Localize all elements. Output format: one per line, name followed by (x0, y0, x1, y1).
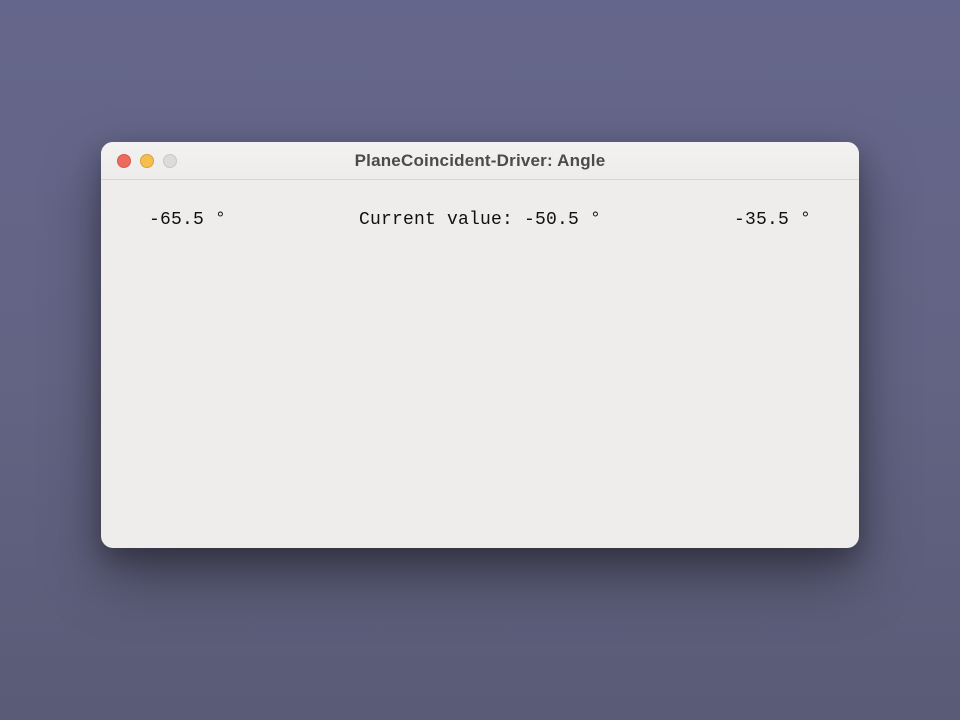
window-title: PlaneCoincident-Driver: Angle (101, 151, 859, 171)
max-value: -35.5 ° (681, 210, 811, 230)
close-icon[interactable] (117, 154, 131, 168)
current-value: Current value: -50.5 ° (279, 210, 681, 230)
minimize-icon[interactable] (140, 154, 154, 168)
titlebar[interactable]: PlaneCoincident-Driver: Angle (101, 142, 859, 180)
value-row: -65.5 ° Current value: -50.5 ° -35.5 ° (149, 210, 811, 230)
app-window: PlaneCoincident-Driver: Angle -65.5 ° Cu… (101, 142, 859, 548)
content-area: -65.5 ° Current value: -50.5 ° -35.5 ° (101, 180, 859, 548)
maximize-icon (163, 154, 177, 168)
min-value: -65.5 ° (149, 210, 279, 230)
traffic-lights (117, 154, 177, 168)
